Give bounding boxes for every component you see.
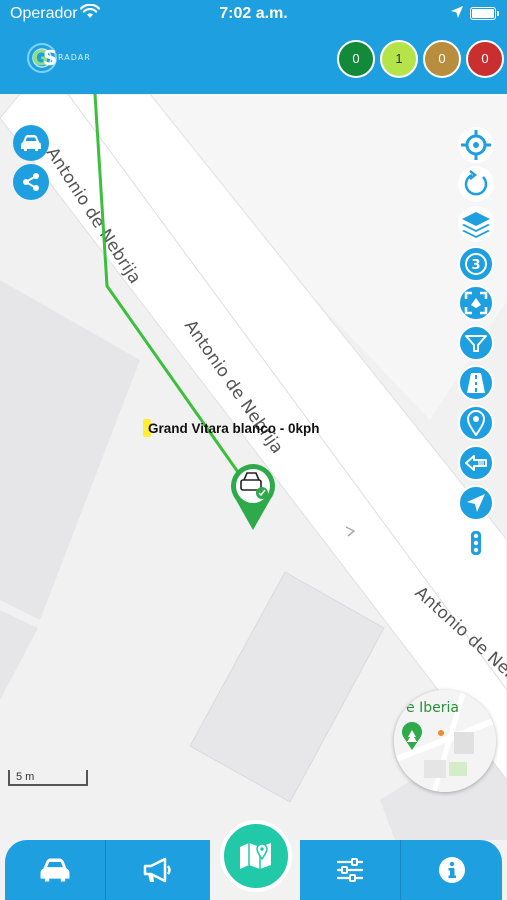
minimap[interactable]: e Iberia [394,690,496,792]
layers-button[interactable] [458,206,494,242]
filter-icon [465,335,487,352]
map-icon [240,843,271,869]
number-3-icon: 3 [465,253,487,275]
logo-text: RADAR [58,53,91,62]
map-button[interactable] [220,820,292,892]
car-icon [40,858,70,882]
nav-vehicles-tab[interactable] [5,840,105,900]
vehicle-label[interactable]: Grand Vitara blanco - 0kph [148,421,320,436]
bottom-nav-left [5,840,210,900]
crosshair-icon [461,130,491,160]
bottom-nav-right [300,840,502,900]
nav-info-tab[interactable] [401,840,502,900]
navigate-button[interactable] [458,485,494,521]
svg-text:e Iberia: e Iberia [406,700,459,716]
locate-button[interactable] [458,127,494,163]
svg-text:S: S [43,46,57,70]
traffic-button[interactable] [458,525,494,561]
road-icon [467,373,485,393]
battery-tip [497,11,499,16]
refresh-button[interactable] [458,166,494,202]
share-icon [23,173,39,191]
fit-screen-icon [464,291,488,315]
scale-label: 5 m [16,771,35,783]
info-icon [438,857,465,883]
back-arrow-button[interactable] [458,445,494,481]
arrow-left-icon [465,455,487,471]
battery-icon [470,7,496,20]
map-scale: 5 m [8,770,88,786]
pin-icon [466,410,486,436]
clock: 7:02 a.m. [219,5,288,22]
sliders-icon [337,858,363,882]
status-bar: Operador 7:02 a.m. [0,0,507,28]
fit-screen-button[interactable] [458,285,494,321]
counter-light-green[interactable]: 1 [380,40,418,78]
minimap-canvas: e Iberia [394,690,496,792]
map-view[interactable]: Antonio de Nebrija Antonio de Nebrija An… [0,94,507,840]
layers-icon [462,212,490,238]
counter-brown[interactable]: 0 [423,40,461,78]
share-button[interactable] [13,164,49,200]
road-button[interactable] [458,365,494,401]
filter-button[interactable] [458,325,494,361]
megaphone-icon [143,857,171,883]
bottom-navigation [5,820,502,900]
nav-alerts-tab[interactable] [106,840,210,900]
car-icon [21,135,41,151]
refresh-icon [464,170,488,196]
number-button[interactable]: 3 [458,246,494,282]
app-header: Operador 7:02 a.m. G S RADAR 0 1 0 0 [0,0,507,94]
counter-red[interactable]: 0 [466,40,504,78]
location-arrow-icon [451,6,463,18]
nav-settings-tab[interactable] [300,840,400,900]
vehicle-button[interactable] [13,125,49,161]
svg-text:3: 3 [471,258,480,273]
pin-button[interactable] [458,405,494,441]
traffic-light-icon [460,527,492,559]
counter-green[interactable]: 0 [337,40,375,78]
navigation-icon [467,494,485,512]
